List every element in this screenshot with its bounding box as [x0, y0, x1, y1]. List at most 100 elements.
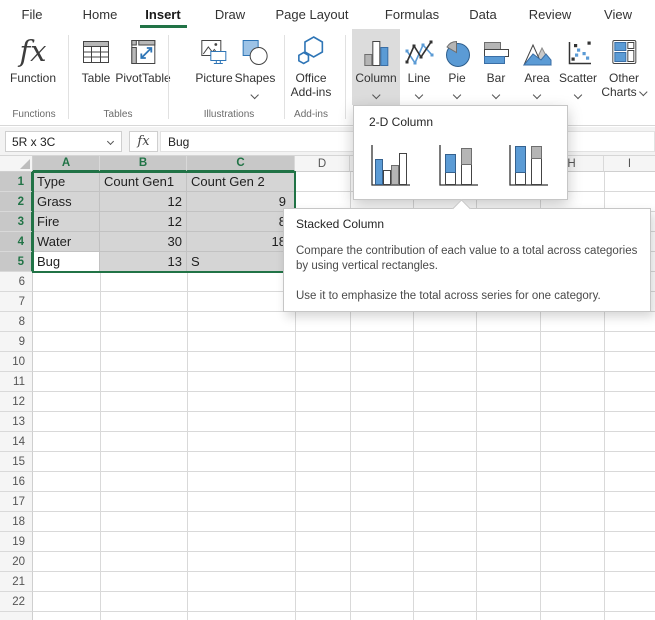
- function-button[interactable]: fx Function: [10, 32, 56, 85]
- row-header-19[interactable]: 19: [0, 532, 33, 552]
- hundred-percent-stacked-column-option[interactable]: [504, 139, 552, 193]
- bar-chart-icon: [481, 38, 511, 68]
- row-header-4[interactable]: 4: [0, 232, 33, 252]
- bar-chart-button[interactable]: Bar: [481, 32, 511, 96]
- row-header-3[interactable]: 3: [0, 212, 33, 232]
- column-header-c[interactable]: C: [187, 156, 295, 172]
- row-header-18[interactable]: 18: [0, 512, 33, 532]
- scatter-chart-label: Scatter: [559, 71, 597, 85]
- tab-insert[interactable]: Insert: [145, 0, 180, 28]
- other-charts-button[interactable]: Other Charts: [601, 32, 646, 99]
- row-header-8[interactable]: 8: [0, 312, 33, 332]
- formula-value: Bug: [168, 135, 189, 149]
- row-header-15[interactable]: 15: [0, 452, 33, 472]
- row-header-12[interactable]: 12: [0, 392, 33, 412]
- row-header-9[interactable]: 9: [0, 332, 33, 352]
- ribbon-tab-bar: File Home Insert Draw Page Layout Formul…: [0, 0, 655, 28]
- cell-c2[interactable]: 9: [187, 192, 295, 212]
- tab-label: Home: [83, 7, 118, 22]
- name-box[interactable]: 5R x 3C: [5, 131, 122, 152]
- area-chart-icon: [522, 38, 552, 68]
- tab-formulas[interactable]: Formulas: [385, 0, 439, 28]
- cell-c1[interactable]: Count Gen 2: [187, 172, 295, 192]
- cell-a5-active[interactable]: Bug: [33, 252, 100, 272]
- row-header-7[interactable]: 7: [0, 292, 33, 312]
- group-label-functions: Functions: [12, 109, 55, 120]
- column-header-d[interactable]: D: [295, 156, 350, 172]
- fx-icon: fx: [137, 134, 149, 149]
- line-chart-label: Line: [408, 71, 431, 85]
- row-header-22[interactable]: 22: [0, 592, 33, 612]
- row-header-2[interactable]: 2: [0, 192, 33, 212]
- cell-b4[interactable]: 30: [100, 232, 187, 252]
- cell-value: 12: [168, 214, 182, 229]
- row-number: 6: [19, 276, 25, 288]
- line-chart-button[interactable]: Line: [404, 32, 434, 96]
- stacked-column-option[interactable]: [434, 139, 482, 193]
- cell-c3[interactable]: 8: [187, 212, 295, 232]
- cell-b2[interactable]: 12: [100, 192, 187, 212]
- area-chart-button[interactable]: Area: [522, 32, 552, 96]
- row-header-11[interactable]: 11: [0, 372, 33, 392]
- row-header-5[interactable]: 5: [0, 252, 33, 272]
- row-header-17[interactable]: 17: [0, 492, 33, 512]
- cell-value: 13: [168, 254, 182, 269]
- column-header-i[interactable]: I: [604, 156, 655, 172]
- column-letter: A: [62, 157, 70, 169]
- row-number: 11: [13, 376, 25, 388]
- cell-c4[interactable]: 18: [187, 232, 295, 252]
- cell-a4[interactable]: Water: [33, 232, 100, 252]
- row-header-10[interactable]: 10: [0, 352, 33, 372]
- fx-icon: fx: [19, 34, 46, 68]
- tab-view[interactable]: View: [604, 0, 632, 28]
- table-button[interactable]: Table: [80, 32, 112, 85]
- tooltip-title: Stacked Column: [296, 217, 638, 231]
- row-header-20[interactable]: 20: [0, 552, 33, 572]
- office-addins-button[interactable]: Office Add-ins: [291, 32, 332, 99]
- row-number: 14: [12, 436, 25, 448]
- insert-function-button[interactable]: fx: [129, 131, 158, 152]
- row-header-6[interactable]: 6: [0, 272, 33, 292]
- tab-home[interactable]: Home: [83, 0, 118, 28]
- row-header-14[interactable]: 14: [0, 432, 33, 452]
- cell-b5[interactable]: 13: [100, 252, 187, 272]
- group-separator: [284, 35, 285, 119]
- tooltip-paragraph: Compare the contribution of each value t…: [296, 244, 638, 274]
- cell-b3[interactable]: 12: [100, 212, 187, 232]
- tab-file[interactable]: File: [22, 0, 43, 28]
- tab-draw[interactable]: Draw: [215, 0, 245, 28]
- column-header-a[interactable]: A: [33, 156, 100, 172]
- pie-chart-button[interactable]: Pie: [442, 32, 472, 96]
- cell-a3[interactable]: Fire: [33, 212, 100, 232]
- row-header-21[interactable]: 21: [0, 572, 33, 592]
- row-number: 16: [12, 476, 25, 488]
- cell-a2[interactable]: Grass: [33, 192, 100, 212]
- row-header-1[interactable]: 1: [0, 172, 33, 192]
- column-header-b[interactable]: B: [100, 156, 187, 172]
- chevron-down-icon: [574, 91, 582, 99]
- row-header-16[interactable]: 16: [0, 472, 33, 492]
- row-number: 1: [18, 176, 24, 188]
- tab-review[interactable]: Review: [529, 0, 572, 28]
- cell-c5[interactable]: S: [187, 252, 295, 272]
- row-header-13[interactable]: 13: [0, 412, 33, 432]
- select-all-corner[interactable]: [0, 156, 33, 172]
- row-number: 3: [18, 216, 24, 228]
- cell-value: S: [191, 254, 200, 269]
- chevron-down-icon: [415, 91, 423, 99]
- picture-button[interactable]: Picture: [195, 32, 232, 85]
- row-header-partial[interactable]: [0, 612, 33, 620]
- tab-data[interactable]: Data: [469, 0, 496, 28]
- column-chart-button[interactable]: Column: [355, 32, 396, 96]
- tab-label: View: [604, 7, 632, 22]
- cell-value: Grass: [37, 194, 72, 209]
- scatter-chart-button[interactable]: Scatter: [559, 32, 597, 96]
- shapes-button[interactable]: Shapes: [235, 32, 276, 96]
- clustered-column-option[interactable]: [366, 139, 414, 193]
- pivottable-button[interactable]: PivotTable: [115, 32, 170, 85]
- cell-a1[interactable]: Type: [33, 172, 100, 192]
- cell-b1[interactable]: Count Gen1: [100, 172, 187, 192]
- pie-chart-label: Pie: [448, 71, 465, 85]
- tab-page-layout[interactable]: Page Layout: [275, 0, 348, 28]
- chevron-down-icon: [533, 91, 541, 99]
